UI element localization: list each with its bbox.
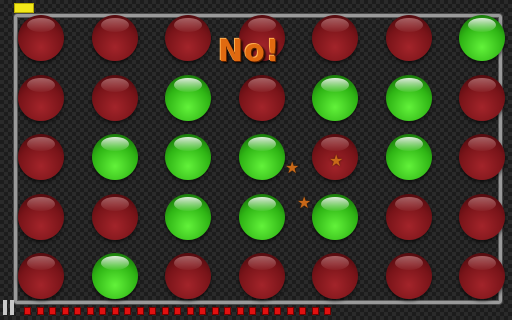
ball-green[interactable] xyxy=(312,194,358,240)
star-icon: ★ xyxy=(285,158,300,177)
ball-red[interactable] xyxy=(165,253,211,299)
ball-green[interactable] xyxy=(239,194,285,240)
timer-segment xyxy=(211,307,219,315)
timer-segment xyxy=(136,307,144,315)
ball-red[interactable] xyxy=(312,253,358,299)
ball-red[interactable] xyxy=(18,134,64,180)
pause-button[interactable] xyxy=(3,300,15,315)
timer-segment xyxy=(86,307,94,315)
timer-segment xyxy=(261,307,269,315)
ball-red[interactable] xyxy=(459,194,505,240)
ball-red[interactable] xyxy=(239,75,285,121)
ball-red[interactable] xyxy=(459,75,505,121)
timer-segment xyxy=(224,307,231,315)
ball-green[interactable] xyxy=(386,134,432,180)
ball-red[interactable] xyxy=(459,253,505,299)
ball-green[interactable] xyxy=(92,253,138,299)
ball-red[interactable] xyxy=(18,194,64,240)
ball-red[interactable] xyxy=(386,194,432,240)
ball-green[interactable] xyxy=(386,75,432,121)
ball-green[interactable] xyxy=(165,194,211,240)
ball-green[interactable] xyxy=(165,134,211,180)
ball-green[interactable] xyxy=(459,15,505,61)
ball-red[interactable] xyxy=(312,15,358,61)
timer-segment xyxy=(311,307,319,315)
ball-red[interactable] xyxy=(92,194,138,240)
ball-red[interactable] xyxy=(18,253,64,299)
timer-segment xyxy=(61,307,69,315)
timer-segment xyxy=(124,307,131,315)
star-icon: ★ xyxy=(297,193,312,212)
ball-green[interactable] xyxy=(92,134,138,180)
timer-segment xyxy=(161,307,169,315)
feedback-message: No! xyxy=(218,34,281,69)
ball-red[interactable] xyxy=(18,15,64,61)
timer-segment xyxy=(286,307,294,315)
timer-segment xyxy=(99,307,106,315)
ball-red[interactable] xyxy=(459,134,505,180)
timer-segment xyxy=(111,307,119,315)
timer-segment xyxy=(49,307,56,315)
pause-icon xyxy=(3,300,7,315)
timer-segment xyxy=(236,307,244,315)
timer-segment xyxy=(174,307,181,315)
star-icon: ★ xyxy=(329,151,344,170)
timer-segment xyxy=(324,307,331,315)
ball-red[interactable] xyxy=(386,15,432,61)
ball-green[interactable] xyxy=(312,75,358,121)
timer-segment xyxy=(74,307,81,315)
ball-red[interactable] xyxy=(92,15,138,61)
ball-red[interactable] xyxy=(386,253,432,299)
ball-green[interactable] xyxy=(165,75,211,121)
timer-segment xyxy=(199,307,206,315)
ball-green[interactable] xyxy=(239,134,285,180)
ball-red[interactable] xyxy=(92,75,138,121)
timer-segment xyxy=(149,307,156,315)
timer-segment xyxy=(24,307,31,315)
ball-red[interactable] xyxy=(18,75,64,121)
timer-segment xyxy=(186,307,194,315)
ball-red[interactable] xyxy=(165,15,211,61)
ball-red[interactable] xyxy=(239,253,285,299)
timer-segment xyxy=(249,307,256,315)
timer-segment xyxy=(36,307,44,315)
timer-segment xyxy=(299,307,306,315)
timer-segment xyxy=(274,307,281,315)
